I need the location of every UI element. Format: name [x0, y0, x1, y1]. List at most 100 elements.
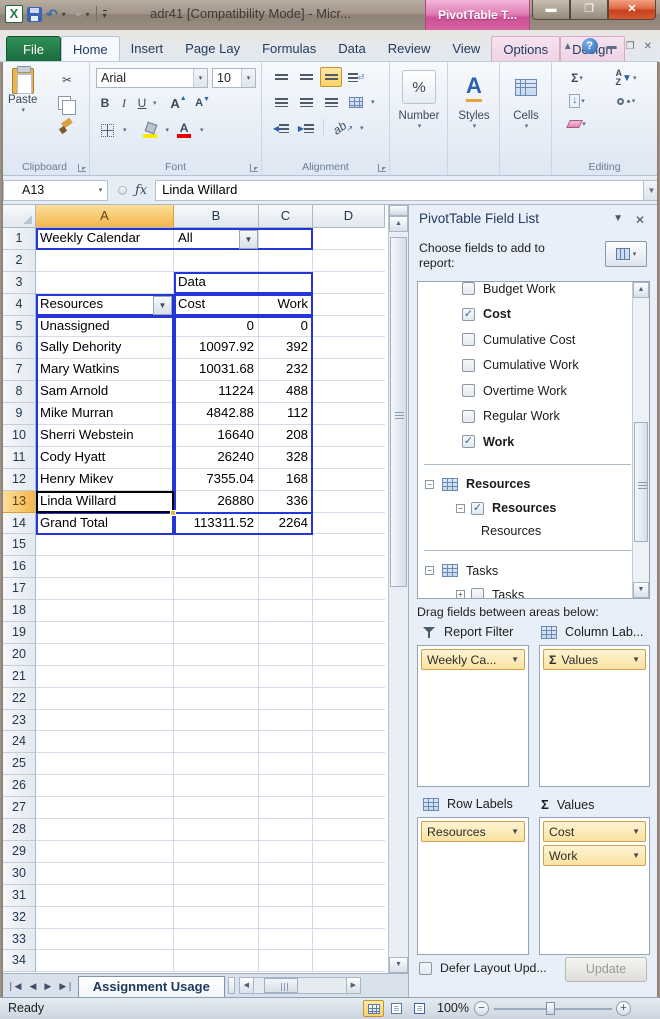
cell-C25[interactable] — [259, 753, 313, 775]
merge-center-button[interactable] — [345, 92, 367, 112]
cell-A6[interactable]: Sally Dehority — [36, 337, 174, 359]
row-header-27[interactable]: 27 — [3, 797, 36, 819]
cell-D32[interactable] — [313, 907, 385, 929]
cell-A13[interactable]: Linda Willard — [36, 491, 174, 513]
cell-C15[interactable] — [259, 534, 313, 556]
cell-B27[interactable] — [174, 797, 259, 819]
cell-A25[interactable] — [36, 753, 174, 775]
cell-C27[interactable] — [259, 797, 313, 819]
row-header-28[interactable]: 28 — [3, 819, 36, 841]
tab-options[interactable]: Options — [491, 36, 560, 61]
cell-D12[interactable] — [313, 469, 385, 491]
name-box-dropdown-icon[interactable]: ▾ — [94, 186, 107, 194]
row-header-10[interactable]: 10 — [3, 425, 36, 447]
cell-D19[interactable] — [313, 622, 385, 644]
field-checkbox[interactable]: ✓ — [462, 308, 475, 321]
cell-B17[interactable] — [174, 578, 259, 600]
collapse-ribbon-icon[interactable]: ▲ — [563, 41, 573, 52]
expand-icon[interactable]: − — [425, 480, 434, 489]
cell-B11[interactable]: 26240 — [174, 447, 259, 469]
cell-D22[interactable] — [313, 688, 385, 710]
customize-qat-icon[interactable]: ▾ — [103, 10, 107, 20]
field-list-scroll-up-icon[interactable]: ▲ — [633, 282, 649, 298]
align-left-button[interactable] — [270, 92, 292, 112]
cell-A11[interactable]: Cody Hyatt — [36, 447, 174, 469]
row-header-32[interactable]: 32 — [3, 907, 36, 929]
field-checkbox[interactable] — [462, 333, 475, 346]
redo-icon[interactable]: ↷ — [70, 6, 82, 22]
field-item-resources[interactable]: Resources — [418, 521, 633, 541]
cell-C34[interactable] — [259, 950, 313, 972]
row-header-7[interactable]: 7 — [3, 359, 36, 381]
row-header-25[interactable]: 25 — [3, 753, 36, 775]
row-header-12[interactable]: 12 — [3, 469, 36, 491]
row-header-11[interactable]: 11 — [3, 447, 36, 469]
cell-A12[interactable]: Henry Mikev — [36, 469, 174, 491]
pivot-field-button-work[interactable]: Work▼ — [543, 845, 646, 866]
cell-A26[interactable] — [36, 775, 174, 797]
cell-B3[interactable]: Data — [174, 272, 259, 294]
tab-home[interactable]: Home — [61, 36, 120, 61]
cell-D21[interactable] — [313, 666, 385, 688]
row-labels-area[interactable]: Resources▼ — [417, 817, 529, 955]
grow-font-button[interactable]: A▲ — [168, 93, 190, 113]
cell-D23[interactable] — [313, 710, 385, 732]
cell-C22[interactable] — [259, 688, 313, 710]
format-painter-button[interactable] — [56, 116, 78, 136]
select-all-corner[interactable] — [3, 205, 36, 228]
column-labels-area[interactable]: ΣValues▼ — [539, 645, 650, 787]
first-sheet-icon[interactable]: ❘◀ — [3, 976, 25, 996]
values-area[interactable]: Cost▼ Work▼ — [539, 817, 650, 955]
cell-A14[interactable]: Grand Total — [36, 513, 174, 535]
row-header-2[interactable]: 2 — [3, 250, 36, 272]
cell-D4[interactable] — [313, 294, 385, 316]
row-header-16[interactable]: 16 — [3, 556, 36, 578]
tab-view[interactable]: View — [441, 36, 491, 61]
pivot-field-button-cost[interactable]: Cost▼ — [543, 821, 646, 842]
page-layout-view-button[interactable] — [386, 1000, 407, 1017]
cell-B19[interactable] — [174, 622, 259, 644]
cell-B25[interactable] — [174, 753, 259, 775]
tab-file[interactable]: File — [6, 36, 61, 61]
maximize-button[interactable]: ❐ — [570, 0, 608, 20]
cell-A22[interactable] — [36, 688, 174, 710]
cell-C17[interactable] — [259, 578, 313, 600]
expand-icon[interactable]: − — [425, 566, 434, 575]
font-size-combo[interactable]: 10▾ — [212, 68, 256, 88]
row-header-34[interactable]: 34 — [3, 950, 36, 972]
wrap-text-button[interactable]: ⏎ — [345, 67, 367, 87]
cell-B4[interactable]: Cost — [174, 294, 259, 316]
cell-C20[interactable] — [259, 644, 313, 666]
column-header-C[interactable]: C — [259, 205, 313, 228]
field-list-scroll-down-icon[interactable]: ▼ — [633, 582, 649, 598]
cell-D7[interactable] — [313, 359, 385, 381]
expand-icon[interactable]: + — [456, 590, 465, 599]
cell-D30[interactable] — [313, 863, 385, 885]
field-checkbox[interactable]: ✓ — [471, 502, 484, 515]
cell-A20[interactable] — [36, 644, 174, 666]
close-button[interactable]: ✕ — [608, 0, 656, 20]
cell-C9[interactable]: 112 — [259, 403, 313, 425]
row-header-15[interactable]: 15 — [3, 534, 36, 556]
cell-D29[interactable] — [313, 841, 385, 863]
next-sheet-icon[interactable]: ▶ — [40, 976, 55, 996]
cell-A3[interactable] — [36, 272, 174, 294]
scroll-right-icon[interactable]: ▶ — [346, 977, 361, 994]
row-header-21[interactable]: 21 — [3, 666, 36, 688]
cell-C30[interactable] — [259, 863, 313, 885]
zoom-slider-thumb[interactable] — [546, 1002, 555, 1015]
find-select-button[interactable]: ▾ — [606, 91, 646, 111]
orientation-button[interactable]: ab↗ — [330, 118, 356, 138]
help-icon[interactable]: ? — [582, 38, 598, 54]
column-header-A[interactable]: A — [36, 205, 174, 228]
cell-C11[interactable]: 328 — [259, 447, 313, 469]
field-item-cumulative-work[interactable]: Cumulative Work — [418, 353, 633, 379]
field-checkbox[interactable] — [462, 384, 475, 397]
cell-B13[interactable]: 26880 — [174, 491, 259, 513]
cell-A15[interactable] — [36, 534, 174, 556]
doc-minimize-icon[interactable]: ▬ — [607, 41, 617, 52]
field-checkbox[interactable] — [462, 282, 475, 295]
cell-A9[interactable]: Mike Murran — [36, 403, 174, 425]
cell-D8[interactable] — [313, 381, 385, 403]
cell-A28[interactable] — [36, 819, 174, 841]
